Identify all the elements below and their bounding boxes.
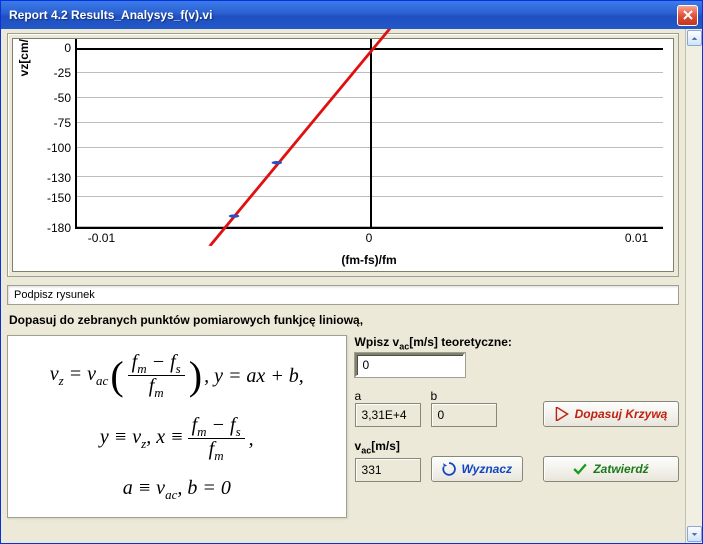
vac-value: 331 (355, 458, 421, 482)
chart-panel: vz[cm/ 0 -25 -50 -75 -100 -130 -150 -180 (7, 33, 679, 277)
scroll-up-button[interactable] (687, 30, 702, 46)
data-point (229, 214, 240, 217)
data-point (272, 161, 283, 164)
y-tick: -50 (54, 91, 71, 105)
x-axis-title: (fm-fs)/fm (341, 253, 396, 267)
vac-theor-label: Wpisz vac[m/s] teoretyczne: (355, 335, 679, 351)
caption-input[interactable]: Podpisz rysunek (7, 285, 679, 305)
b-label: b (431, 389, 497, 403)
equation-2: y ≡ vz, x ≡ fm − fs fm , (16, 415, 338, 462)
check-icon (573, 462, 587, 476)
y-axis: vz[cm/ 0 -25 -50 -75 -100 -130 -150 -180 (13, 39, 75, 229)
chevron-down-icon (691, 531, 698, 538)
refresh-icon (442, 462, 456, 476)
equation-1: vz = vac ( fm − fs fm ) , y = ax + b, (16, 352, 338, 399)
y-tick: -25 (54, 66, 71, 80)
y-tick: -130 (47, 171, 71, 185)
window-title: Report 4.2 Results_Analysys_f(v).vi (5, 8, 677, 22)
x-axis: -0.01 0 0.01 (fm-fs)/fm (75, 229, 663, 271)
a-label: a (355, 389, 421, 403)
x-tick: 0 (366, 231, 373, 245)
fit-curve-button[interactable]: Dopasuj Krzywą (543, 401, 679, 427)
y-tick: 0 (64, 41, 71, 55)
content-area: vz[cm/ 0 -25 -50 -75 -100 -130 -150 -180 (1, 29, 702, 543)
y-tick: -75 (54, 116, 71, 130)
titlebar: Report 4.2 Results_Analysys_f(v).vi (1, 1, 702, 29)
close-icon (683, 10, 693, 20)
fit-line (210, 29, 405, 246)
vac-row: vac[m/s] 331 Wyznacz Zatwierdź (355, 439, 679, 481)
a-value: 3,31E+4 (355, 403, 421, 427)
main-panel: vz[cm/ 0 -25 -50 -75 -100 -130 -150 -180 (1, 29, 685, 543)
equation-3: a ≡ vac, b = 0 (16, 478, 338, 501)
vac-theor-input[interactable]: 0 (355, 353, 465, 377)
vertical-scrollbar[interactable] (685, 29, 702, 543)
play-icon (555, 407, 569, 421)
lower-panel: vz = vac ( fm − fs fm ) , y = ax + b, y … (7, 335, 679, 518)
y-axis-title: vz[cm/ (17, 39, 31, 76)
equations-panel: vz = vac ( fm − fs fm ) , y = ax + b, y … (7, 335, 347, 518)
x-tick: -0.01 (88, 231, 115, 245)
y-tick: -100 (47, 141, 71, 155)
scroll-down-button[interactable] (687, 526, 702, 542)
vac-label: vac[m/s] (355, 439, 421, 455)
y-tick: -180 (47, 221, 71, 235)
app-window: Report 4.2 Results_Analysys_f(v).vi vz[c… (0, 0, 703, 544)
caption-label: Podpisz rysunek (14, 289, 95, 301)
instruction-text: Dopasuj do zebranych punktów pomiarowych… (9, 313, 677, 327)
plot-svg (77, 39, 663, 227)
plot-area (75, 39, 663, 229)
y-tick: -150 (47, 191, 71, 205)
controls-panel: Wpisz vac[m/s] teoretyczne: 0 a 3,31E+4 … (355, 335, 679, 518)
ab-row: a 3,31E+4 b 0 Dopasuj Krzywą (355, 389, 679, 427)
chevron-up-icon (691, 35, 698, 42)
confirm-button[interactable]: Zatwierdź (543, 456, 679, 482)
b-value: 0 (431, 403, 497, 427)
calculate-button[interactable]: Wyznacz (431, 456, 523, 482)
close-button[interactable] (677, 5, 698, 26)
chart: vz[cm/ 0 -25 -50 -75 -100 -130 -150 -180 (12, 38, 674, 272)
x-tick: 0.01 (625, 231, 648, 245)
